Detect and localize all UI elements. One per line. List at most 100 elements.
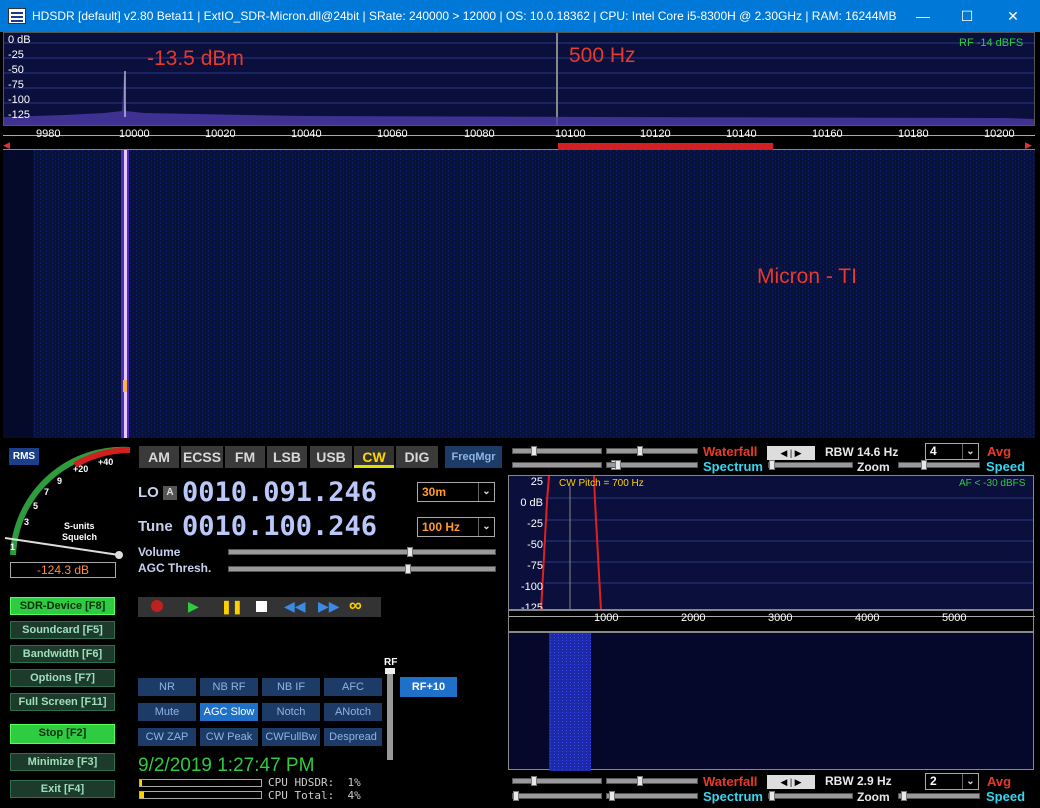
maximize-button[interactable]: ☐ — [944, 0, 990, 32]
s-units-label: S-units — [64, 521, 95, 531]
app-icon — [8, 8, 26, 24]
mode-fm[interactable]: FM — [225, 446, 265, 468]
passband-marker[interactable] — [558, 143, 773, 150]
af-rbw-stepper[interactable]: ◀ | ▶ — [767, 775, 815, 789]
af-sp-brightness-slider[interactable] — [606, 791, 698, 801]
lo-frequency[interactable]: 0010.091.246 — [182, 477, 377, 508]
mode-ecss[interactable]: ECSS — [181, 446, 223, 468]
mode-dig[interactable]: DIG — [396, 446, 438, 468]
pause-icon[interactable]: ❚❚ — [221, 599, 243, 615]
mode-cw[interactable]: CW — [354, 446, 394, 468]
rbw-stepper[interactable]: ◀ | ▶ — [767, 446, 815, 460]
fast-forward-icon[interactable]: ▶▶ — [318, 598, 340, 615]
despread-button[interactable]: Despread — [324, 728, 382, 746]
avg-bottom-dropdown-icon[interactable]: ⌄ — [962, 774, 978, 789]
lo-a-badge[interactable]: A — [163, 486, 177, 500]
bandwidth-button[interactable]: Bandwidth [F6] — [10, 645, 115, 663]
spectrum-label: Spectrum — [703, 459, 763, 474]
sp-brightness-slider[interactable] — [606, 460, 698, 470]
wf-contrast-slider[interactable] — [512, 446, 602, 456]
band-select[interactable]: 30m ⌄ — [417, 482, 495, 502]
waterfall-annotation: Micron - TI — [757, 265, 857, 288]
af-sp-contrast-slider[interactable] — [512, 791, 602, 801]
tick-strip — [3, 128, 1035, 136]
play-icon[interactable]: ▶ — [188, 598, 199, 615]
cw-peak-button[interactable]: CW Peak — [200, 728, 258, 746]
step-select[interactable]: 100 Hz ⌄ — [417, 517, 495, 537]
bandwidth-annotation: 500 Hz — [569, 44, 636, 67]
volume-slider[interactable] — [228, 547, 496, 557]
rf-gain-slider[interactable] — [385, 668, 395, 760]
rf-db-scale: 0 dB -25 -50 -75 -100 -125 — [8, 34, 31, 121]
rf-plus10-button[interactable]: RF+10 — [400, 677, 457, 697]
step-dropdown-icon[interactable]: ⌄ — [478, 518, 494, 536]
cpu-total-text: CPU Total: 4% — [268, 789, 361, 802]
lo-label: LO — [138, 484, 159, 501]
zoom-bottom-label: Zoom — [857, 790, 890, 804]
record-icon[interactable] — [151, 600, 163, 612]
af-spectrum-plot — [540, 476, 1033, 609]
squelch-label: Squelch — [62, 532, 98, 542]
transport-bar: ▶ ❚❚ ◀◀ ▶▶ ∞ — [138, 595, 381, 617]
zoom-top-slider[interactable] — [768, 460, 853, 470]
agc-slow-button[interactable]: AGC Slow — [200, 703, 258, 721]
minimize-app-button[interactable]: Minimize [F3] — [10, 753, 115, 771]
soundcard-button[interactable]: Soundcard [F5] — [10, 621, 115, 639]
cpu-hdsdr-bar — [139, 779, 262, 787]
speed-top-label: Speed — [986, 459, 1026, 474]
af-waterfall-label: Waterfall — [703, 774, 758, 789]
stop-button[interactable]: Stop [F2] — [10, 724, 115, 744]
cw-zap-button[interactable]: CW ZAP — [138, 728, 196, 746]
clock: 9/2/2019 1:27:47 PM — [138, 755, 315, 776]
af-wf-brightness-slider[interactable] — [606, 776, 698, 786]
rewind-icon[interactable]: ◀◀ — [284, 598, 306, 615]
mode-am[interactable]: AM — [139, 446, 179, 468]
volume-label: Volume — [138, 545, 181, 559]
mute-button[interactable]: Mute — [138, 703, 196, 721]
rbw-bottom-label: RBW 2.9 Hz — [825, 774, 892, 788]
volume-knob[interactable] — [407, 547, 413, 557]
close-button[interactable]: ✕ — [990, 0, 1036, 32]
af-spectrum[interactable]: 25 0 dB -25 -50 -75 -100 -125 CW Pitch =… — [508, 475, 1034, 610]
wf-brightness-slider[interactable] — [606, 446, 698, 456]
af-waterfall-image — [549, 633, 591, 771]
mode-lsb[interactable]: LSB — [267, 446, 307, 468]
speed-bottom-slider[interactable] — [898, 791, 980, 801]
zoom-bottom-slider[interactable] — [768, 791, 853, 801]
exit-button[interactable]: Exit [F4] — [10, 780, 115, 798]
freqmgr-button[interactable]: FreqMgr — [445, 446, 502, 468]
avg-top-select[interactable]: 4 ⌄ — [925, 443, 979, 460]
agc-thresh-slider[interactable] — [228, 564, 496, 574]
options-button[interactable]: Options [F7] — [10, 669, 115, 687]
af-waterfall[interactable] — [508, 632, 1034, 771]
loop-icon[interactable]: ∞ — [349, 595, 362, 616]
band-dropdown-icon[interactable]: ⌄ — [478, 483, 494, 501]
frequency-scale[interactable]: ◀ ▶ 9980 10000 10020 10040 10060 10080 1… — [3, 126, 1035, 150]
af-wf-contrast-slider[interactable] — [512, 776, 602, 786]
fullscreen-button[interactable]: Full Screen [F11] — [10, 693, 115, 711]
rf-gain-label: RF — [384, 657, 398, 668]
speed-top-slider[interactable] — [898, 460, 980, 470]
stop-icon[interactable] — [256, 601, 267, 612]
minimize-button[interactable]: — — [900, 0, 946, 32]
sp-contrast-slider[interactable] — [512, 460, 617, 470]
cw-fullbw-button[interactable]: CWFullBw — [262, 728, 320, 746]
cw-pitch-label: CW Pitch = 700 Hz — [559, 478, 644, 489]
tune-frequency[interactable]: 0010.100.246 — [182, 511, 377, 542]
af-frequency-scale: 1000 2000 3000 4000 5000 — [508, 610, 1035, 632]
rf-spectrum[interactable]: 0 dB -25 -50 -75 -100 -125 RF -14 dBFS -… — [3, 32, 1035, 126]
sdr-device-button[interactable]: SDR-Device [F8] — [10, 597, 115, 615]
nr-button[interactable]: NR — [138, 678, 196, 696]
mode-usb[interactable]: USB — [310, 446, 352, 468]
agc-thresh-knob[interactable] — [405, 564, 411, 574]
rf-gain-knob[interactable] — [385, 668, 395, 674]
anotch-button[interactable]: ANotch — [324, 703, 382, 721]
avg-bottom-select[interactable]: 2 ⌄ — [925, 773, 979, 790]
avg-top-label: Avg — [987, 444, 1012, 459]
afc-button[interactable]: AFC — [324, 678, 382, 696]
avg-top-dropdown-icon[interactable]: ⌄ — [962, 444, 978, 459]
notch-button[interactable]: Notch — [262, 703, 320, 721]
rf-waterfall[interactable]: Micron - TI — [3, 150, 1035, 438]
nb-rf-button[interactable]: NB RF — [200, 678, 258, 696]
nb-if-button[interactable]: NB IF — [262, 678, 320, 696]
